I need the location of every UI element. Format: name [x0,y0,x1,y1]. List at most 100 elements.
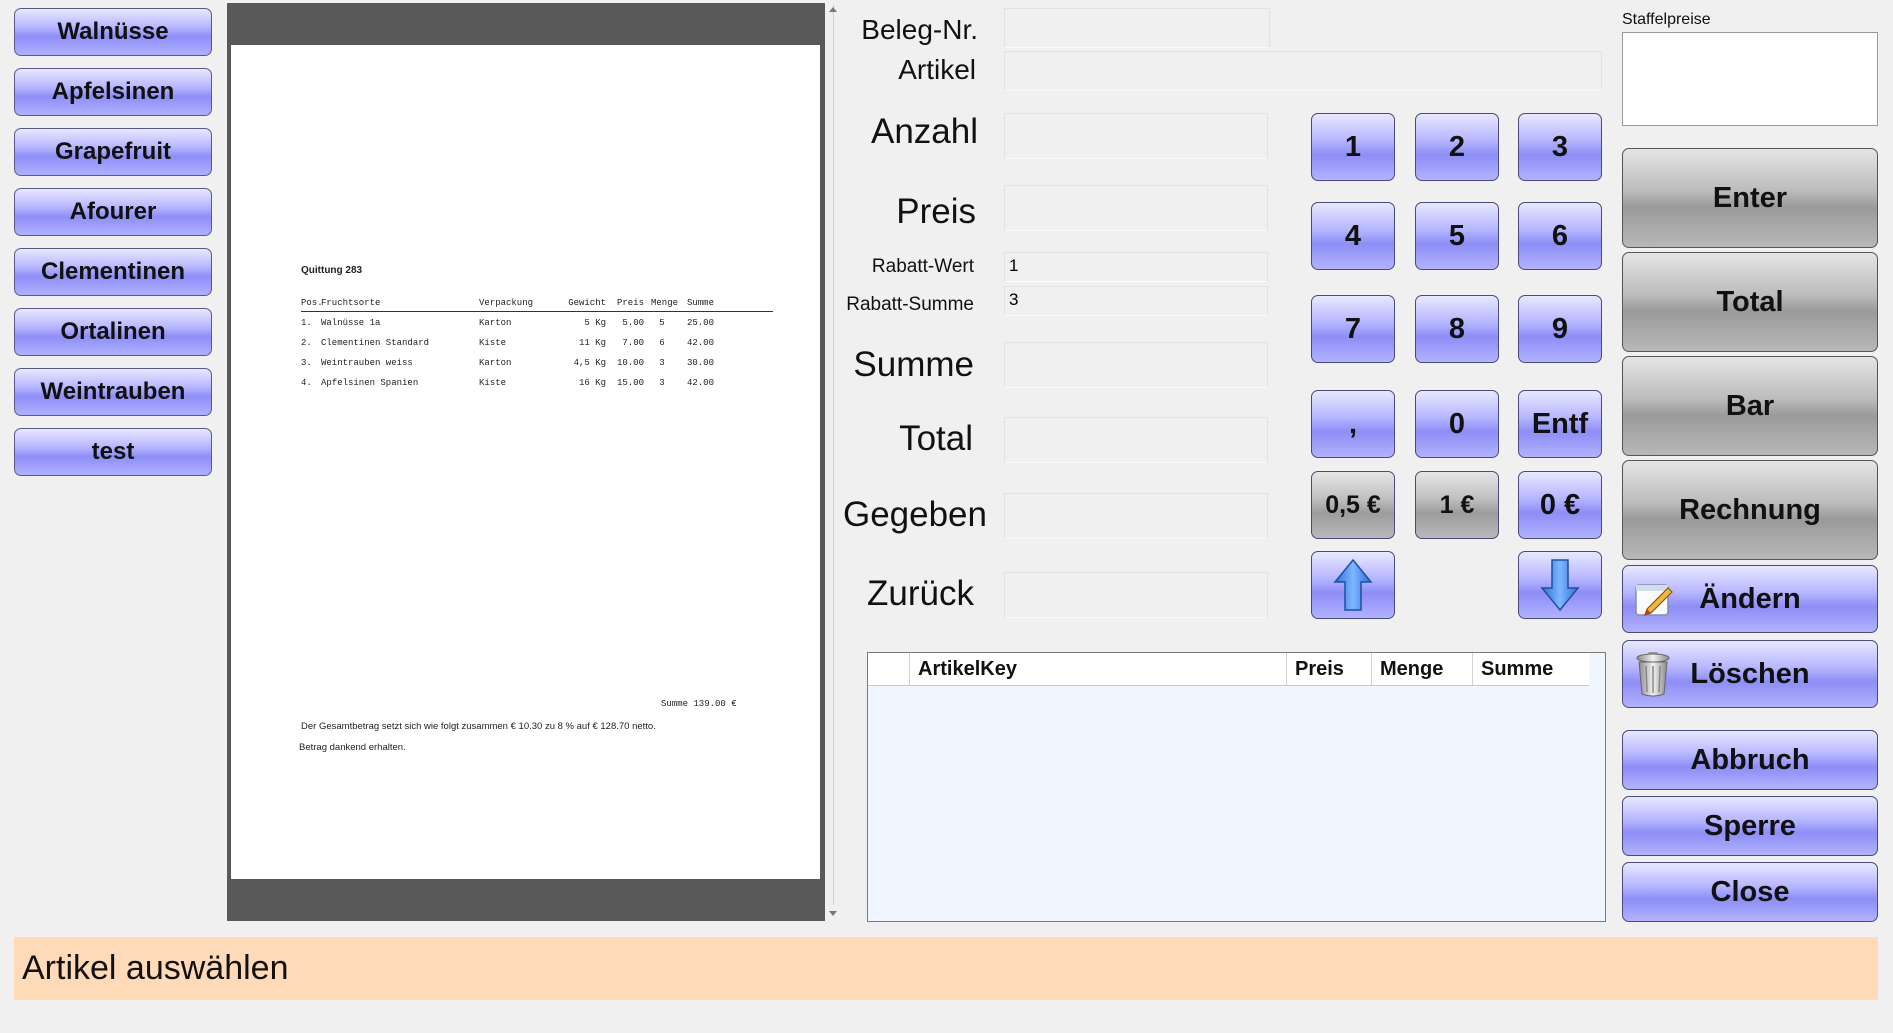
product-button-weintrauben[interactable]: Weintrauben [14,368,212,416]
aendern-label: Ändern [1699,582,1801,615]
zurueck-field[interactable] [1004,572,1268,618]
receipt-header-cell: Preis [616,298,644,308]
arrow-up-button[interactable] [1311,551,1395,619]
key-entf[interactable]: Entf [1518,390,1602,458]
key-2[interactable]: 2 [1415,113,1499,181]
key-7[interactable]: 7 [1311,295,1395,363]
receipt-sum: Summe 139.00 € [661,699,737,709]
artikel-label: Artikel [898,54,976,85]
receipt-cell: Walnüsse 1a [321,318,381,328]
receipt-row: 2. Clementinen Standard Kiste 11 Kg 7.00… [301,338,773,358]
receipt-cell: Kiste [479,378,507,388]
column-header-summe[interactable]: Summe [1473,653,1589,685]
receipt-cell: 16 Kg [578,378,606,388]
beleg-nr-field[interactable] [1004,8,1270,48]
sperre-button[interactable]: Sperre [1622,796,1878,856]
key-9[interactable]: 9 [1518,295,1602,363]
gegeben-label: Gegeben [842,495,987,534]
key-5[interactable]: 5 [1415,202,1499,270]
receipt-cell: Apfelsinen Spanien [321,378,419,388]
close-button[interactable]: Close [1622,862,1878,922]
receipt-table: Pos. Fruchtsorte Verpackung Gewicht Prei… [301,298,773,398]
column-header-artikelkey[interactable]: ArtikelKey [910,653,1287,685]
article-grid[interactable]: ArtikelKey Preis Menge Summe [867,652,1606,922]
staffelpreise-label: Staffelpreise [1622,11,1711,28]
preview-scrollbar[interactable] [826,5,842,920]
enter-button[interactable]: Enter [1622,148,1878,248]
receipt-cell: Weintrauben weiss [321,358,413,368]
aendern-button[interactable]: Ändern [1622,565,1878,633]
gegeben-field[interactable] [1004,493,1268,539]
arrow-up-icon [1333,558,1373,611]
receipt-row: 3. Weintrauben weiss Karton 4,5 Kg 10.00… [301,358,773,378]
total-field[interactable] [1004,417,1268,463]
receipt-cell: Karton [479,358,512,368]
scrollbar-track [833,5,834,905]
scroll-up-arrow-icon[interactable] [829,7,837,12]
scroll-down-arrow-icon[interactable] [829,911,837,916]
product-button-apfelsinen[interactable]: Apfelsinen [14,68,212,116]
summe-field[interactable] [1004,342,1268,388]
product-button-afourer[interactable]: Afourer [14,188,212,236]
abbruch-button[interactable]: Abbruch [1622,730,1878,790]
loeschen-button[interactable]: Löschen [1622,640,1878,708]
receipt-cell: 42.00 [686,378,714,388]
receipt-page: Quittung 283 Pos. Fruchtsorte Verpackung… [231,45,820,879]
total-button[interactable]: Total [1622,252,1878,352]
key-1[interactable]: 1 [1311,113,1395,181]
key-6[interactable]: 6 [1518,202,1602,270]
key-3[interactable]: 3 [1518,113,1602,181]
receipt-cell: Karton [479,318,512,328]
key-comma[interactable]: , [1311,390,1395,458]
product-button-walnuesse[interactable]: Walnüsse [14,8,212,56]
rabatt-summe-label: Rabatt-Summe [846,294,974,315]
bar-button[interactable]: Bar [1622,356,1878,456]
receipt-header-cell: Summe [686,298,714,308]
rechnung-button[interactable]: Rechnung [1622,460,1878,560]
grid-row-header-cell [868,653,910,685]
product-button-test[interactable]: test [14,428,212,476]
receipt-cell: 42.00 [686,338,714,348]
receipt-cell: 6 [659,338,665,348]
coin-0-euro-button[interactable]: 0 € [1518,471,1602,539]
arrow-down-button[interactable] [1518,551,1602,619]
coin-0-5-euro-button[interactable]: 0,5 € [1311,471,1395,539]
total-label: Total [899,419,973,458]
key-0[interactable]: 0 [1415,390,1499,458]
preis-field[interactable] [1004,185,1268,231]
artikel-field[interactable] [1004,51,1602,91]
anzahl-label: Anzahl [870,112,978,151]
receipt-title: Quittung 283 [301,265,363,276]
receipt-header-cell: Fruchtsorte [321,298,381,308]
grid-header: ArtikelKey Preis Menge Summe [868,653,1589,686]
anzahl-field[interactable] [1004,113,1268,159]
receipt-cell: 5.00 [622,318,644,328]
receipt-cell: 5 [659,318,665,328]
receipt-cell: 25.00 [686,318,714,328]
product-button-grapefruit[interactable]: Grapefruit [14,128,212,176]
rabatt-wert-label: Rabatt-Wert [871,256,974,277]
receipt-cell: 2. [301,338,312,348]
receipt-header-cell: Verpackung [479,298,534,308]
receipt-cell: 4,5 Kg [573,358,606,368]
receipt-thanks-note: Betrag dankend erhalten. [299,742,406,753]
receipt-cell: 15.00 [616,378,644,388]
rabatt-summe-field[interactable]: 3 [1004,286,1268,316]
coin-1-euro-button[interactable]: 1 € [1415,471,1499,539]
summe-label: Summe [853,345,974,384]
receipt-cell: 3 [659,358,665,368]
rabatt-wert-field[interactable]: 1 [1004,252,1268,282]
receipt-header-row: Pos. Fruchtsorte Verpackung Gewicht Prei… [301,298,773,312]
key-4[interactable]: 4 [1311,202,1395,270]
preis-label: Preis [896,192,976,231]
loeschen-label: Löschen [1690,657,1810,690]
key-8[interactable]: 8 [1415,295,1499,363]
zurueck-label: Zurück [867,574,974,613]
product-button-ortalinen[interactable]: Ortalinen [14,308,212,356]
receipt-cell: 3. [301,358,312,368]
column-header-preis[interactable]: Preis [1287,653,1372,685]
product-button-clementinen[interactable]: Clementinen [14,248,212,296]
receipt-tax-note: Der Gesamtbetrag setzt sich wie folgt zu… [301,721,656,732]
receipt-header-cell: Menge [651,298,679,308]
column-header-menge[interactable]: Menge [1372,653,1473,685]
